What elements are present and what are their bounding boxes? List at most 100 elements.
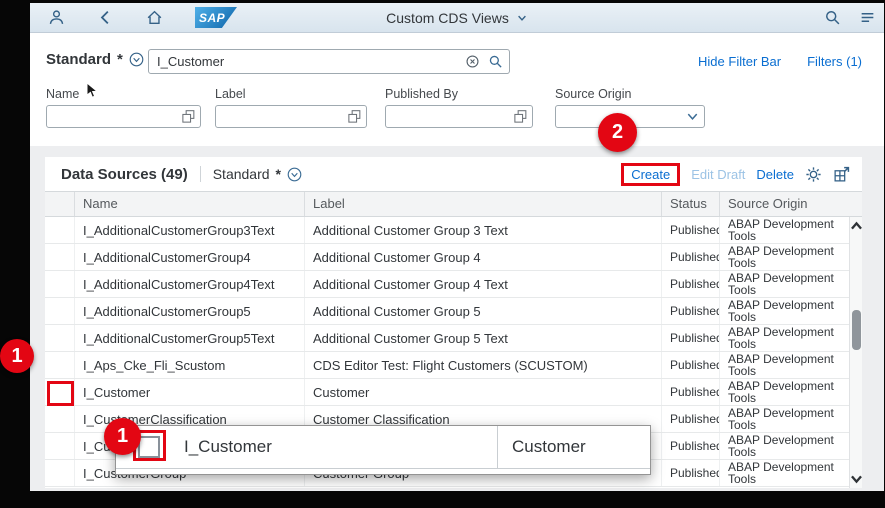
create-button[interactable]: Create [631, 167, 670, 182]
scrollbar-thumb[interactable] [852, 310, 861, 350]
cell-label: Additional Customer Group 4 [305, 244, 662, 270]
row-checkbox-cell[interactable] [45, 298, 75, 324]
label-filter-label: Label [215, 87, 246, 101]
name-filter-label: Name [46, 87, 79, 101]
table-row[interactable]: I_AdditionalCustomerGroup5TextAdditional… [45, 325, 849, 352]
select-all-column-header[interactable] [45, 192, 75, 216]
cell-label: Customer [305, 379, 662, 405]
toolbar-divider [200, 166, 201, 182]
table-actions: Create Edit Draft Delete [621, 163, 850, 186]
cell-status: Published [662, 217, 720, 243]
cell-label: Additional Customer Group 3 Text [305, 217, 662, 243]
variant-name: Standard [46, 51, 111, 68]
cell-name: I_AdditionalCustomerGroup4Text [75, 271, 305, 297]
table-variant-name: Standard [213, 166, 270, 182]
row-checkbox-cell[interactable] [45, 271, 75, 297]
value-help-icon[interactable] [347, 109, 362, 124]
clear-search-icon[interactable] [465, 54, 480, 69]
scroll-up-icon[interactable] [850, 219, 863, 233]
app-title-menu[interactable]: Custom CDS Views [30, 3, 884, 32]
cell-name: I_Aps_Cke_Fli_Scustom [75, 352, 305, 378]
cell-source-origin: ABAP Development Tools [720, 460, 849, 486]
published-by-filter-label: Published By [385, 87, 458, 101]
cell-status: Published [662, 406, 720, 432]
table-row[interactable]: I_CustomerCustomerPublishedABAP Developm… [45, 379, 849, 406]
row-checkbox-cell[interactable] [45, 460, 75, 486]
name-filter-input[interactable] [46, 105, 201, 128]
cell-source-origin: ABAP Development Tools [720, 217, 849, 243]
table-row[interactable]: I_AdditionalCustomerGroup4Additional Cus… [45, 244, 849, 271]
cell-label: Additional Customer Group 5 Text [305, 325, 662, 351]
table-variant-dirty-marker: * [276, 166, 281, 182]
app-title: Custom CDS Views [386, 10, 509, 26]
export-spreadsheet-icon[interactable] [833, 166, 850, 183]
row-checkbox-cell[interactable] [45, 433, 75, 459]
cell-status: Published [662, 433, 720, 459]
cell-status: Published [662, 298, 720, 324]
row-checkbox-cell[interactable] [45, 325, 75, 351]
search-icon[interactable] [824, 9, 841, 26]
table-row[interactable]: I_AdditionalCustomerGroup5Additional Cus… [45, 298, 849, 325]
chevron-down-icon [516, 12, 528, 24]
cell-source-origin: ABAP Development Tools [720, 352, 849, 378]
table-row[interactable]: I_AdditionalCustomerGroup4TextAdditional… [45, 271, 849, 298]
hide-filter-bar-link[interactable]: Hide Filter Bar [698, 54, 781, 69]
row-checkbox-cell[interactable] [45, 244, 75, 270]
filters-link[interactable]: Filters (1) [807, 54, 862, 69]
cell-name: I_AdditionalCustomerGroup5Text [75, 325, 305, 351]
search-go-icon[interactable] [488, 54, 503, 69]
search-input[interactable] [157, 54, 457, 69]
variant-dirty-marker: * [117, 51, 123, 68]
cell-label: Additional Customer Group 4 Text [305, 271, 662, 297]
callout-row-name: I_Customer [184, 437, 272, 457]
settings-gear-icon[interactable] [805, 166, 822, 183]
cell-source-origin: ABAP Development Tools [720, 406, 849, 432]
delete-button[interactable]: Delete [756, 167, 794, 182]
annotation-step-1-badge: 1 [104, 418, 141, 455]
zoom-callout: I_Customer Customer [115, 425, 651, 475]
table-title: Data Sources (49) [61, 166, 188, 183]
table-row[interactable]: I_Aps_Cke_Fli_ScustomCDS Editor Test: Fl… [45, 352, 849, 379]
cell-name: I_Customer [75, 379, 305, 405]
shell-bar: SAP Custom CDS Views [30, 3, 884, 33]
cell-name: I_AdditionalCustomerGroup3Text [75, 217, 305, 243]
row-checkbox-cell[interactable] [45, 217, 75, 243]
cell-status: Published [662, 325, 720, 351]
column-header-source-origin[interactable]: Source Origin [720, 192, 849, 216]
variant-chevron-icon [287, 167, 302, 182]
edit-draft-button[interactable]: Edit Draft [691, 167, 745, 182]
published-by-filter-input[interactable] [385, 105, 533, 128]
column-header-name[interactable]: Name [75, 192, 305, 216]
callout-row: I_Customer Customer [116, 426, 650, 469]
vertical-scrollbar[interactable] [849, 217, 862, 488]
variant-selector[interactable]: Standard * [46, 51, 144, 68]
cell-source-origin: ABAP Development Tools [720, 379, 849, 405]
callout-row-label: Customer [512, 437, 586, 457]
annotation-box-row-checkbox [47, 381, 74, 406]
column-header-label[interactable]: Label [305, 192, 662, 216]
value-help-icon[interactable] [181, 109, 196, 124]
cell-status: Published [662, 271, 720, 297]
callout-label-cell: Customer [498, 426, 586, 468]
cell-source-origin: ABAP Development Tools [720, 325, 849, 351]
annotation-step-2-badge: 2 [598, 113, 637, 152]
filter-bar-links: Hide Filter Bar Filters (1) [698, 54, 862, 69]
callout-name-cell: I_Customer [116, 426, 498, 468]
scroll-down-icon[interactable] [850, 472, 863, 486]
cell-source-origin: ABAP Development Tools [720, 271, 849, 297]
row-checkbox-cell[interactable] [45, 352, 75, 378]
value-help-icon[interactable] [513, 109, 528, 124]
cell-name: I_AdditionalCustomerGroup5 [75, 298, 305, 324]
cell-status: Published [662, 379, 720, 405]
table-row[interactable]: I_AdditionalCustomerGroup3TextAdditional… [45, 217, 849, 244]
label-filter-input[interactable] [215, 105, 367, 128]
table-variant-selector[interactable]: Standard * [213, 166, 302, 182]
cell-source-origin: ABAP Development Tools [720, 433, 849, 459]
annotation-box-create: Create [621, 163, 680, 186]
sap-fiori-app: SAP Custom CDS Views Standard * [30, 3, 884, 491]
cell-source-origin: ABAP Development Tools [720, 244, 849, 270]
menu-icon[interactable] [859, 9, 876, 26]
search-field [148, 49, 510, 74]
row-checkbox-cell[interactable] [45, 406, 75, 432]
column-header-status[interactable]: Status [662, 192, 720, 216]
